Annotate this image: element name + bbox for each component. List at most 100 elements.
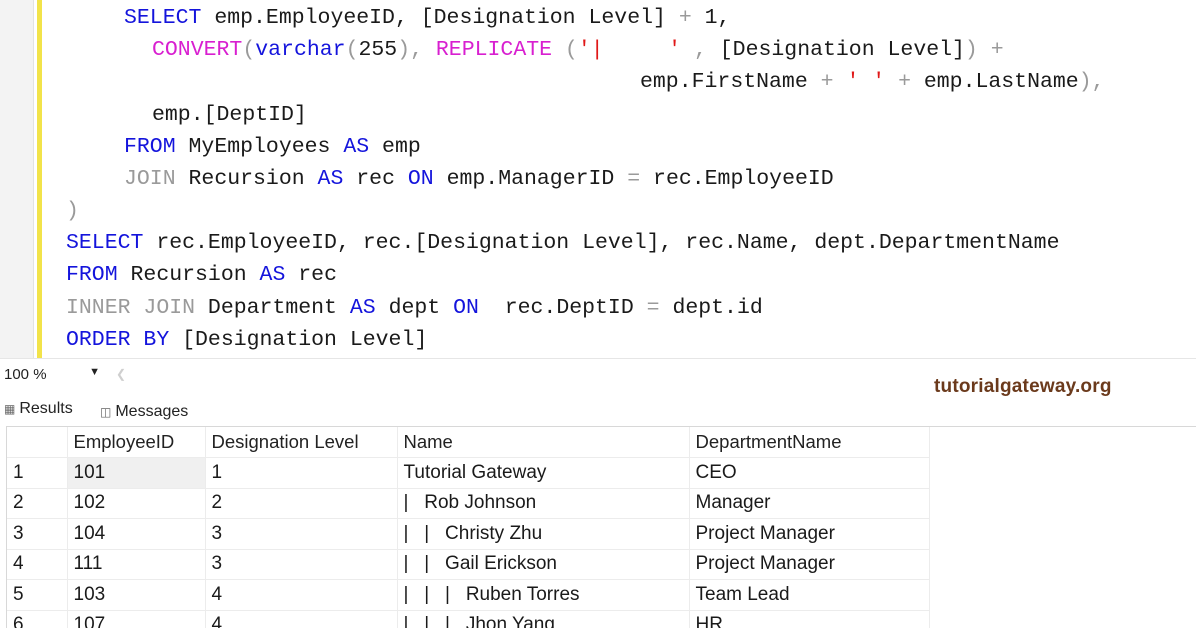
grid-cell[interactable]: Project Manager [689,549,930,580]
table-row[interactable]: 3 104 3 | | Christy Zhu Project Manager [7,518,930,550]
grid-cell[interactable]: 1 [205,457,398,489]
code-line: INNER JOIN Department AS dept ON rec.Dep… [66,293,763,323]
code-token: ( [345,38,359,62]
code-token: + [678,6,692,30]
tab-messages[interactable]: ◫ Messages [100,399,188,425]
row-number[interactable]: 1 [7,457,68,489]
grid-cell[interactable]: 4 [205,579,398,611]
grid-cell[interactable]: 103 [67,579,206,611]
code-token: 255 [358,38,398,62]
code-token: CONVERT [152,38,243,62]
code-token: ( [552,38,578,62]
code-token: ), [397,38,436,62]
row-number[interactable]: 6 [7,610,68,628]
column-header-departmentname[interactable]: DepartmentName [689,427,930,458]
code-token: Department [195,296,350,320]
code-token: dept [375,296,454,320]
column-header-designation-level[interactable]: Designation Level [205,427,398,458]
code-token: rec [285,263,337,287]
tab-results[interactable]: ▦ Results [4,396,73,422]
grid-cell[interactable]: 111 [67,549,206,580]
table-row[interactable]: 5 103 4 | | | Ruben Torres Team Lead [7,579,930,611]
code-token: rec.EmployeeID, rec.[Designation Level],… [143,231,1060,255]
results-table: EmployeeID Designation Level Name Depart… [7,427,930,628]
grid-cell[interactable]: 107 [67,610,206,628]
row-number[interactable]: 5 [7,579,68,611]
grid-cell[interactable]: CEO [689,457,930,489]
grid-cell[interactable]: Tutorial Gateway [397,457,690,489]
code-token: emp.FirstName [640,70,821,94]
grid-cell[interactable]: 3 [205,518,398,550]
code-token: , [681,38,720,62]
column-header-rownum[interactable] [7,427,68,458]
code-token: ORDER BY [66,328,170,352]
scroll-left-icon[interactable]: ❮ [116,367,126,381]
code-token: = [646,296,660,320]
code-line: JOIN Recursion AS rec ON emp.ManagerID =… [124,164,834,194]
change-tracking-bar [37,0,42,358]
row-number[interactable]: 4 [7,549,68,580]
results-tabs: ▦ Results ◫ Messages [0,396,420,424]
grid-cell[interactable]: Manager [689,488,930,519]
code-token: + [820,70,834,94]
grid-cell[interactable]: Project Manager [689,518,930,550]
column-header-employeeid[interactable]: EmployeeID [67,427,206,458]
grid-cell[interactable]: | | | Jhon Yang [397,610,690,628]
sql-code[interactable]: SELECT emp.EmployeeID, [Designation Leve… [66,0,1191,358]
grid-cell[interactable]: 4 [205,610,398,628]
code-token: FROM [66,263,118,287]
grid-header-row: EmployeeID Designation Level Name Depart… [7,427,930,458]
code-token: dept.id [659,296,763,320]
results-grid[interactable]: EmployeeID Designation Level Name Depart… [6,426,1196,628]
code-token: '| ' [577,38,682,62]
code-token: SELECT [124,6,202,30]
code-line: FROM MyEmployees AS emp [124,132,421,162]
zoom-value: 100 % [4,365,47,383]
grid-cell[interactable]: Team Lead [689,579,930,611]
zoom-dropdown[interactable]: 100 % ▼ [0,363,104,385]
grid-cell[interactable]: HR [689,610,930,628]
grid-cell[interactable]: | | | Ruben Torres [397,579,690,611]
code-token: emp.EmployeeID, [Designation Level] [201,6,679,30]
table-row[interactable]: 1 101 1 Tutorial Gateway CEO [7,457,930,489]
row-number[interactable]: 3 [7,518,68,550]
code-line: ) [66,196,79,226]
grid-cell-selected[interactable]: 101 [66,457,206,489]
code-token: emp.LastName [910,70,1079,94]
code-token: SELECT [66,231,144,255]
code-token: REPLICATE [435,38,553,62]
code-token: [Designation Level] [719,38,965,62]
editor-gutter [0,0,34,358]
code-token: ( [242,38,256,62]
grid-cell[interactable]: 104 [67,518,206,550]
grid-cell[interactable]: | | Christy Zhu [397,518,690,550]
watermark-brand: tutorialgateway.org [934,376,1112,397]
code-token: MyEmployees [175,135,344,159]
table-row[interactable]: 4 111 3 | | Gail Erickson Project Manage… [7,549,930,580]
grid-cell[interactable]: 2 [205,488,398,519]
table-row[interactable]: 6 107 4 | | | Jhon Yang HR [7,610,930,628]
column-header-name[interactable]: Name [397,427,690,458]
grid-cell[interactable]: | | Gail Erickson [397,549,690,580]
row-number[interactable]: 2 [7,488,68,519]
code-token: varchar [255,38,346,62]
sql-editor[interactable]: SELECT emp.EmployeeID, [Designation Leve… [0,0,1196,358]
grid-cell[interactable]: | Rob Johnson [397,488,690,519]
code-token: ON [407,167,434,191]
grid-cell[interactable]: 3 [205,549,398,580]
code-token: 1, [691,6,731,30]
code-token: emp.ManagerID [433,167,628,191]
code-token: ) [66,199,79,223]
code-token: ON [453,296,479,320]
chevron-down-icon[interactable]: ▼ [89,366,100,378]
grid-cell[interactable]: 102 [67,488,206,519]
table-row[interactable]: 2 102 2 | Rob Johnson Manager [7,488,930,519]
code-token: rec [343,167,408,191]
code-line: SELECT emp.EmployeeID, [Designation Leve… [124,3,730,33]
code-token: FROM [124,135,176,159]
code-token: ), [1078,70,1105,94]
code-line: emp.FirstName + ' ' + emp.LastName), [640,67,1105,97]
code-token: Recursion [175,167,318,191]
code-token: AS [349,296,376,320]
messages-icon: ◫ [100,405,112,419]
